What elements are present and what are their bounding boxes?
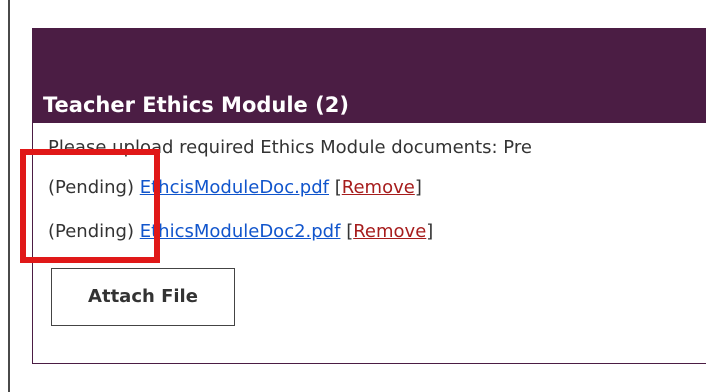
file-row: (Pending) EthicsModuleDoc2.pdf [Remove] [48,221,433,242]
file-row: (Pending) EthcisModuleDoc.pdf [Remove] [48,177,422,198]
ethics-module-panel: Teacher Ethics Module (2) Please upload … [32,28,706,364]
file-link[interactable]: EthicsModuleDoc2.pdf [140,221,341,242]
panel-header: Teacher Ethics Module (2) [33,29,706,123]
file-link[interactable]: EthcisModuleDoc.pdf [140,177,329,198]
remove-file-link[interactable]: Remove [353,221,426,242]
bracket-open: [ [334,177,342,198]
remove-file-link[interactable]: Remove [342,177,415,198]
attach-file-button[interactable]: Attach File [51,268,235,326]
bracket-close: ] [426,221,434,242]
file-status: (Pending) [48,177,135,198]
panel-title: Teacher Ethics Module (2) [43,93,349,117]
file-status: (Pending) [48,221,135,242]
bracket-close: ] [414,177,422,198]
upload-instructions: Please upload required Ethics Module doc… [48,137,532,158]
page: Teacher Ethics Module (2) Please upload … [0,0,706,392]
left-border-line [8,0,10,392]
